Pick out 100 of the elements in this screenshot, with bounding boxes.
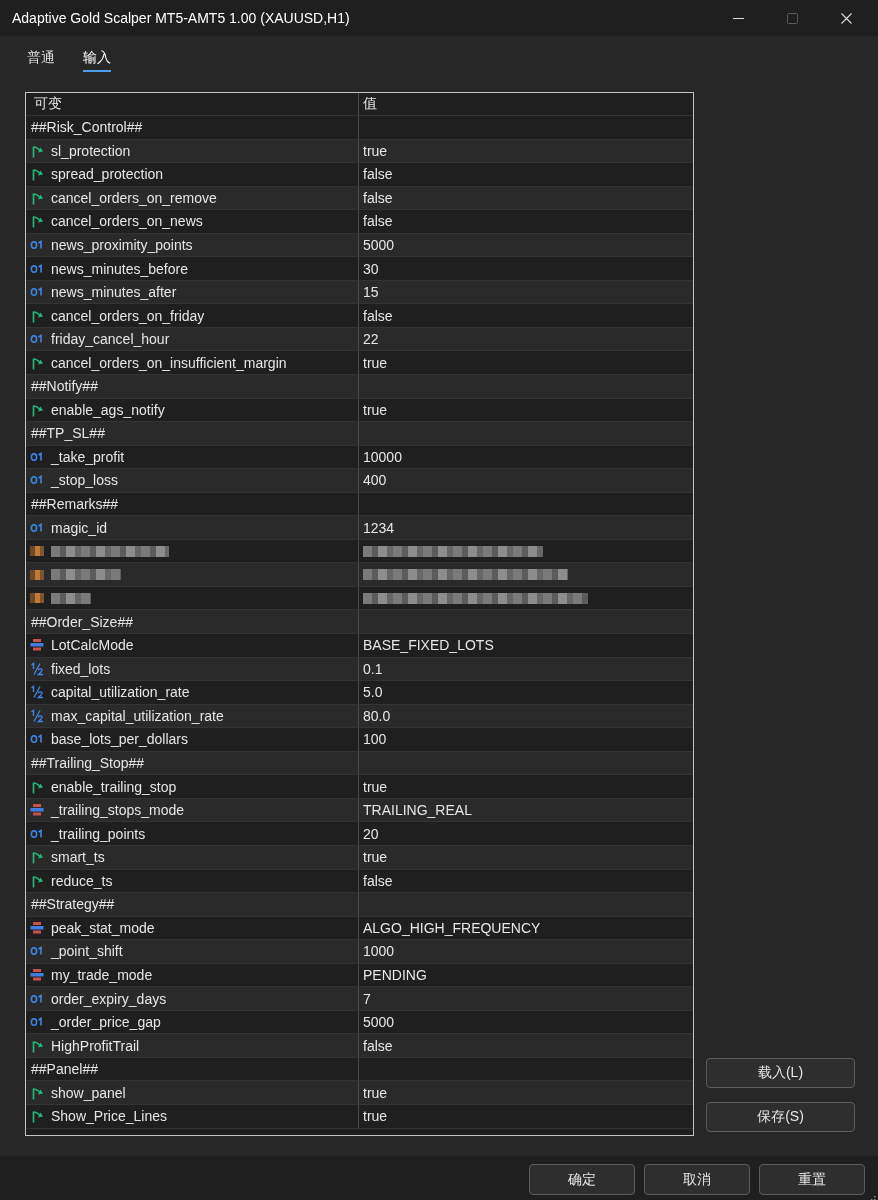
parameter-row[interactable]: _point_shift 1000 <box>26 940 693 964</box>
parameter-value[interactable]: ALGO_HIGH_FREQUENCY <box>363 919 541 936</box>
parameter-row[interactable]: peak_stat_mode ALGO_HIGH_FREQUENCY <box>26 916 693 941</box>
parameter-row[interactable]: _trailing_points 20 <box>26 822 693 846</box>
parameter-row[interactable]: spread_protection false <box>26 163 693 187</box>
parameter-name: enable_ags_notify <box>51 401 165 418</box>
parameter-value[interactable]: 80.0 <box>363 707 391 724</box>
parameter-value[interactable]: 15 <box>363 284 379 301</box>
parameter-value[interactable]: false <box>363 213 393 230</box>
branch-arrow-icon <box>30 1038 44 1053</box>
stacked-bars-icon <box>30 920 44 935</box>
column-header[interactable]: 可变 <box>34 95 62 113</box>
parameter-name: LotCalcMode <box>51 637 134 654</box>
parameter-name: max_capital_utilization_rate <box>51 707 224 724</box>
parameter-row[interactable]: smart_ts true <box>26 845 693 870</box>
parameter-name: HighProfitTrail <box>51 1037 140 1054</box>
parameter-value[interactable]: true <box>363 354 388 371</box>
parameter-row[interactable]: _trailing_stops_mode TRAILING_REAL <box>26 798 693 823</box>
parameter-value[interactable]: true <box>363 778 388 795</box>
parameter-name: friday_cancel_hour <box>51 331 170 348</box>
parameter-value[interactable]: BASE_FIXED_LOTS <box>363 637 494 654</box>
digits-icon <box>30 449 44 464</box>
parameter-name: _trailing_points <box>51 825 146 842</box>
parameter-value[interactable]: 5.0 <box>363 684 383 701</box>
parameter-row[interactable]: cancel_orders_on_remove false <box>26 186 693 211</box>
parameter-row[interactable]: capital_utilization_rate 5.0 <box>26 681 693 705</box>
parameter-row[interactable]: sl_protection true <box>26 139 693 164</box>
dialog-button[interactable]: 取消 <box>644 1164 750 1195</box>
parameter-value[interactable]: 1000 <box>363 943 395 960</box>
parameter-value[interactable]: 5000 <box>363 237 395 253</box>
parameter-row[interactable]: max_capital_utilization_rate 80.0 <box>26 704 693 729</box>
parameter-row[interactable]: cancel_orders_on_friday false <box>26 304 693 328</box>
column-header[interactable]: 值 <box>363 95 377 113</box>
parameter-row[interactable]: friday_cancel_hour 22 <box>26 327 693 352</box>
branch-arrow-icon <box>30 214 44 229</box>
parameter-row[interactable]: order_expiry_days 7 <box>26 987 693 1011</box>
section-title: ##Panel## <box>30 1061 98 1078</box>
parameter-row[interactable]: news_minutes_before 30 <box>26 257 693 281</box>
parameter-name: enable_trailing_stop <box>51 778 177 795</box>
parameter-value[interactable]: PENDING <box>363 966 427 983</box>
branch-arrow-icon <box>30 779 44 794</box>
branch-arrow-icon <box>30 167 44 182</box>
parameter-value[interactable]: 30 <box>363 260 379 277</box>
parameter-value[interactable]: TRAILING_REAL <box>363 802 472 819</box>
stacked-bars-icon <box>30 967 44 982</box>
dialog-button[interactable]: 确定 <box>529 1164 635 1195</box>
tab[interactable]: 普通 <box>27 47 55 72</box>
parameter-row[interactable]: Show_Price_Lines true <box>26 1104 693 1129</box>
parameter-row[interactable]: reduce_ts false <box>26 869 693 894</box>
branch-arrow-icon <box>30 190 44 205</box>
parameter-value[interactable]: false <box>363 307 393 324</box>
parameter-value[interactable]: 5000 <box>363 1014 395 1031</box>
parameter-row[interactable]: HighProfitTrail false <box>26 1034 693 1058</box>
parameter-value[interactable]: true <box>363 142 388 159</box>
parameter-value[interactable]: 22 <box>363 331 379 348</box>
parameter-row[interactable]: cancel_orders_on_news false <box>26 210 693 234</box>
parameter-value[interactable]: true <box>363 401 388 418</box>
side-button[interactable]: 保存(S) <box>706 1102 855 1132</box>
parameter-name: reduce_ts <box>51 872 113 889</box>
parameter-row[interactable]: base_lots_per_dollars 100 <box>26 728 693 752</box>
parameter-row[interactable]: _stop_loss 400 <box>26 469 693 493</box>
section-title: ##TP_SL## <box>30 425 105 442</box>
parameter-value[interactable]: false <box>363 189 393 206</box>
stacked-bars-icon <box>30 803 44 818</box>
parameter-value[interactable]: 10000 <box>363 448 402 465</box>
blurred-icon <box>30 569 44 580</box>
parameter-value[interactable]: false <box>363 1037 393 1054</box>
parameter-value[interactable]: false <box>363 872 393 889</box>
parameter-value[interactable]: true <box>363 1108 388 1125</box>
parameter-value[interactable]: 100 <box>363 731 387 748</box>
parameter-name: fixed_lots <box>51 660 111 677</box>
parameter-row[interactable]: _take_profit 10000 <box>26 445 693 470</box>
parameter-value[interactable]: 7 <box>363 990 371 1007</box>
parameter-row[interactable]: enable_trailing_stop true <box>26 775 693 799</box>
parameter-value[interactable]: 0.1 <box>363 660 383 677</box>
tab[interactable]: 输入 <box>83 47 111 72</box>
parameter-row[interactable]: enable_ags_notify true <box>26 398 693 423</box>
branch-arrow-icon <box>30 1109 44 1124</box>
window-title: Adaptive Gold Scalper MT5-AMT5 1.00 (XAUUSD,H1) <box>11 10 351 26</box>
parameter-row[interactable]: news_proximity_points 5000 <box>26 233 693 258</box>
parameter-value[interactable]: true <box>363 1084 388 1101</box>
parameter-name: cancel_orders_on_news <box>51 213 203 230</box>
parameter-row[interactable]: fixed_lots 0.1 <box>26 657 693 682</box>
side-button[interactable]: 载入(L) <box>706 1058 855 1088</box>
parameter-value[interactable]: 20 <box>363 825 379 842</box>
parameter-value[interactable]: 1234 <box>363 519 395 536</box>
parameter-row[interactable]: show_panel true <box>26 1081 693 1105</box>
dialog-button[interactable]: 重置 <box>759 1164 865 1195</box>
parameter-value[interactable]: true <box>363 849 388 866</box>
parameter-name: my_trade_mode <box>51 966 153 983</box>
parameter-row[interactable]: my_trade_mode PENDING <box>26 963 693 988</box>
parameter-row[interactable]: LotCalcMode BASE_FIXED_LOTS <box>26 634 693 658</box>
parameter-value[interactable]: false <box>363 166 393 183</box>
parameter-row[interactable]: cancel_orders_on_insufficient_margin true <box>26 351 693 375</box>
parameter-row[interactable]: news_minutes_after 15 <box>26 280 693 305</box>
parameter-value[interactable]: 400 <box>363 472 387 489</box>
parameter-name: news_minutes_before <box>51 260 188 277</box>
parameter-name: cancel_orders_on_remove <box>51 189 217 206</box>
parameter-row[interactable]: _order_price_gap 5000 <box>26 1010 693 1035</box>
parameter-row[interactable]: magic_id 1234 <box>26 516 693 540</box>
